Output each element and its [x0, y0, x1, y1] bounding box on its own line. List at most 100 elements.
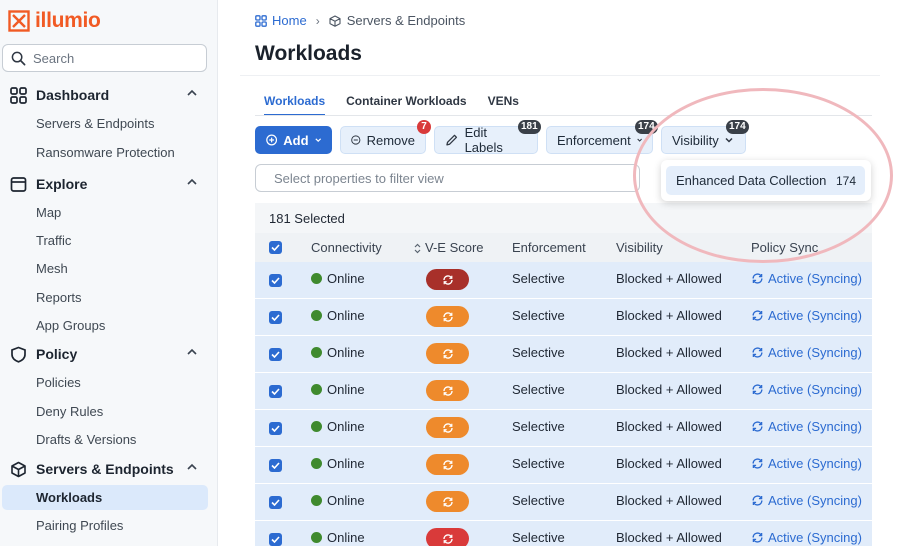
tab-workloads[interactable]: Workloads: [264, 92, 326, 116]
chevron-up-icon[interactable]: [187, 348, 197, 356]
cube-icon: [11, 461, 26, 478]
column-header-enforcement[interactable]: Enforcement: [512, 240, 586, 255]
sync-icon: [752, 532, 763, 543]
add-button[interactable]: Add: [255, 126, 332, 154]
online-status-dot: [311, 458, 322, 469]
ve-score-badge[interactable]: [426, 491, 469, 512]
nav-section-explore[interactable]: Explore: [0, 171, 218, 197]
sidebar-item-app-groups[interactable]: App Groups: [2, 313, 208, 338]
enforcement-cell: Selective: [512, 271, 565, 286]
tab-vens[interactable]: VENs: [488, 92, 519, 116]
sidebar-item-reports[interactable]: Reports: [2, 285, 208, 310]
sidebar-item-policies[interactable]: Policies: [2, 370, 208, 395]
connectivity-cell: Online: [311, 308, 365, 323]
table-row[interactable]: Online Selective Blocked + Allowed Active (…: [255, 262, 872, 299]
table-row[interactable]: Online Selective Blocked + Allowed Active (…: [255, 521, 872, 546]
row-checkbox[interactable]: [269, 496, 282, 509]
sync-icon: [442, 311, 453, 322]
filter-box[interactable]: [255, 164, 640, 192]
nav-section-label: Explore: [36, 176, 88, 192]
sync-icon: [442, 274, 453, 285]
menu-item-enhanced-data-collection[interactable]: Enhanced Data Collection 174: [666, 166, 865, 195]
sidebar-item-drafts-versions[interactable]: Drafts & Versions: [2, 427, 208, 452]
sidebar-item-mesh[interactable]: Mesh: [2, 256, 208, 281]
policy-sync-link[interactable]: Active (Syncing): [751, 456, 862, 471]
policy-sync-text: Active (Syncing): [768, 382, 862, 397]
select-all-checkbox[interactable]: [269, 241, 282, 254]
table-row[interactable]: Online Selective Blocked + Allowed Active (…: [255, 336, 872, 373]
filter-input[interactable]: [274, 170, 614, 186]
table-row[interactable]: Online Selective Blocked + Allowed Active (…: [255, 299, 872, 336]
chevron-up-icon[interactable]: [187, 89, 197, 97]
visibility-cell: Blocked + Allowed: [616, 419, 722, 434]
chevron-up-icon[interactable]: [187, 463, 197, 471]
table-row[interactable]: Online Selective Blocked + Allowed Active (…: [255, 447, 872, 484]
row-checkbox[interactable]: [269, 311, 282, 324]
nav-section-dashboard[interactable]: Dashboard: [0, 82, 218, 108]
remove-button[interactable]: Remove 7: [340, 120, 431, 154]
visibility-button[interactable]: Visibility 174: [661, 120, 749, 154]
edit-labels-button[interactable]: Edit Labels 181: [434, 120, 541, 155]
ve-score-badge[interactable]: [426, 417, 469, 438]
ve-score-badge[interactable]: [426, 269, 469, 290]
row-checkbox[interactable]: [269, 274, 282, 287]
policy-sync-link[interactable]: Active (Syncing): [751, 419, 862, 434]
row-checkbox[interactable]: [269, 385, 282, 398]
table-row[interactable]: Online Selective Blocked + Allowed Active (…: [255, 373, 872, 410]
column-header-ve-score[interactable]: V-E Score: [425, 240, 484, 255]
checkmark-icon: [271, 314, 280, 321]
brand-logo[interactable]: illumio: [8, 8, 101, 34]
ve-score-badge[interactable]: [426, 380, 469, 401]
sidebar-item-ransomware-protection[interactable]: Ransomware Protection: [2, 140, 208, 165]
tab-container-workloads[interactable]: Container Workloads: [346, 92, 466, 116]
column-header-visibility[interactable]: Visibility: [616, 240, 663, 255]
connectivity-text: Online: [327, 345, 365, 360]
ve-score-badge[interactable]: [426, 306, 469, 327]
sync-icon: [442, 385, 453, 396]
chevron-up-icon[interactable]: [187, 178, 197, 186]
row-checkbox[interactable]: [269, 348, 282, 361]
sync-icon: [752, 273, 763, 284]
breadcrumb-home-link[interactable]: Home: [255, 13, 307, 28]
table-header: Connectivity V-E Score Enforcement Visib…: [255, 233, 872, 262]
table-row[interactable]: Online Selective Blocked + Allowed Active (…: [255, 484, 872, 521]
ve-score-badge[interactable]: [426, 343, 469, 364]
sidebar-item-pairing-profiles[interactable]: Pairing Profiles: [2, 513, 208, 538]
policy-sync-link[interactable]: Active (Syncing): [751, 382, 862, 397]
online-status-dot: [311, 347, 322, 358]
sync-icon: [442, 533, 453, 544]
enforcement-button[interactable]: Enforcement 174: [546, 120, 658, 154]
connectivity-cell: Online: [311, 456, 365, 471]
sort-icon[interactable]: [414, 243, 421, 254]
breadcrumb-current: Servers & Endpoints: [329, 13, 465, 28]
ve-score-badge[interactable]: [426, 528, 469, 546]
policy-sync-link[interactable]: Active (Syncing): [751, 493, 862, 508]
checkmark-icon: [271, 351, 280, 358]
search-input[interactable]: [33, 50, 193, 66]
policy-sync-link[interactable]: Active (Syncing): [751, 308, 862, 323]
chevron-down-icon: [314, 138, 321, 143]
app-window: illumio Dashboard Servers & Endpoints Ra…: [0, 0, 898, 546]
row-checkbox[interactable]: [269, 533, 282, 546]
shield-icon: [11, 346, 26, 363]
policy-sync-link[interactable]: Active (Syncing): [751, 271, 862, 286]
connectivity-cell: Online: [311, 419, 365, 434]
sidebar-item-deny-rules[interactable]: Deny Rules: [2, 399, 208, 424]
policy-sync-link[interactable]: Active (Syncing): [751, 345, 862, 360]
visibility-cell: Blocked + Allowed: [616, 345, 722, 360]
nav-section-servers-endpoints[interactable]: Servers & Endpoints: [0, 456, 218, 482]
search-box[interactable]: [2, 44, 207, 72]
policy-sync-link[interactable]: Active (Syncing): [751, 530, 862, 545]
sidebar-item-map[interactable]: Map: [2, 200, 208, 225]
row-checkbox[interactable]: [269, 459, 282, 472]
ve-score-badge[interactable]: [426, 454, 469, 475]
nav-section-policy[interactable]: Policy: [0, 341, 218, 367]
column-header-policy-sync[interactable]: Policy Sync: [751, 240, 818, 255]
column-header-connectivity[interactable]: Connectivity: [311, 240, 382, 255]
row-checkbox[interactable]: [269, 422, 282, 435]
sidebar-item-traffic[interactable]: Traffic: [2, 228, 208, 253]
sidebar-item-workloads[interactable]: Workloads: [2, 485, 208, 510]
connectivity-cell: Online: [311, 530, 365, 545]
sidebar-item-servers-endpoints[interactable]: Servers & Endpoints: [2, 111, 208, 136]
table-row[interactable]: Online Selective Blocked + Allowed Active (…: [255, 410, 872, 447]
